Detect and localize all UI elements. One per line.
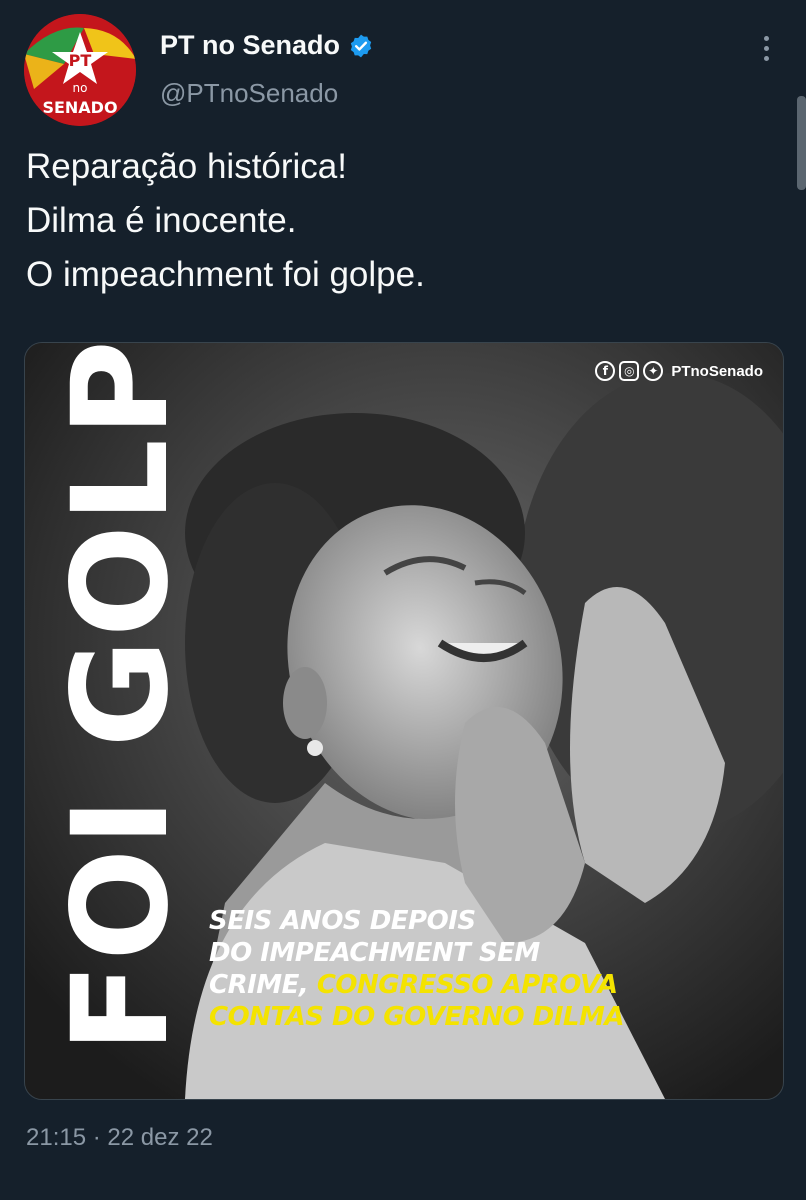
avatar[interactable]: PT no SENADO <box>24 14 136 126</box>
tweet-line: Dilma é inocente. <box>26 201 297 240</box>
image-social-handle: PTnoSenado <box>671 362 763 380</box>
tweet-line: O impeachment foi golpe. <box>26 255 425 294</box>
headline-line: CONTAS DO GOVERNO DILMA <box>209 1002 624 1032</box>
avatar-pt-text: PT <box>69 51 92 70</box>
facebook-icon: f <box>595 361 616 381</box>
verified-badge-icon <box>348 33 374 59</box>
instagram-icon: ◎ <box>619 361 640 381</box>
headline-line: DO IMPEACHMENT SEM <box>209 938 540 968</box>
tweet-line: Reparação histórica! <box>26 147 347 186</box>
headline-yellow-part: CONGRESSO APROVA <box>316 970 618 1000</box>
tweet-timestamp[interactable]: 21:15 · 22 dez 22 <box>26 1124 213 1152</box>
pt-logo-icon: PT no SENADO <box>24 14 136 126</box>
more-options-icon[interactable] <box>748 28 784 68</box>
image-headline: SEIS ANOS DEPOIS DO IMPEACHMENT SEM CRIM… <box>209 905 624 1033</box>
headline-line: CRIME, CONGRESSO APROVA <box>209 969 618 1001</box>
avatar-senado-text: SENADO <box>42 98 117 117</box>
twitter-icon: ✦ <box>643 361 664 381</box>
author-handle[interactable]: @PTnoSenado <box>160 78 338 109</box>
author-name-row[interactable]: PT no Senado <box>160 30 374 61</box>
vertical-title: FOI GOLPE <box>44 342 198 1053</box>
scrollbar[interactable] <box>797 96 806 190</box>
tweet-page: PT no SENADO PT no Senado @PTnoSenado Re… <box>0 0 806 1200</box>
social-handle-bar: f ◎ ✦ PTnoSenado <box>595 361 763 381</box>
tweet-image[interactable]: f ◎ ✦ PTnoSenado FOI GOLPE SEIS ANOS DEP… <box>24 342 784 1100</box>
display-name[interactable]: PT no Senado <box>160 30 340 61</box>
headline-white-part: CRIME, <box>209 970 317 1000</box>
avatar-no-text: no <box>73 81 88 95</box>
headline-line: SEIS ANOS DEPOIS <box>209 906 476 936</box>
tweet-text: Reparação histórica! Dilma é inocente. O… <box>26 140 766 302</box>
